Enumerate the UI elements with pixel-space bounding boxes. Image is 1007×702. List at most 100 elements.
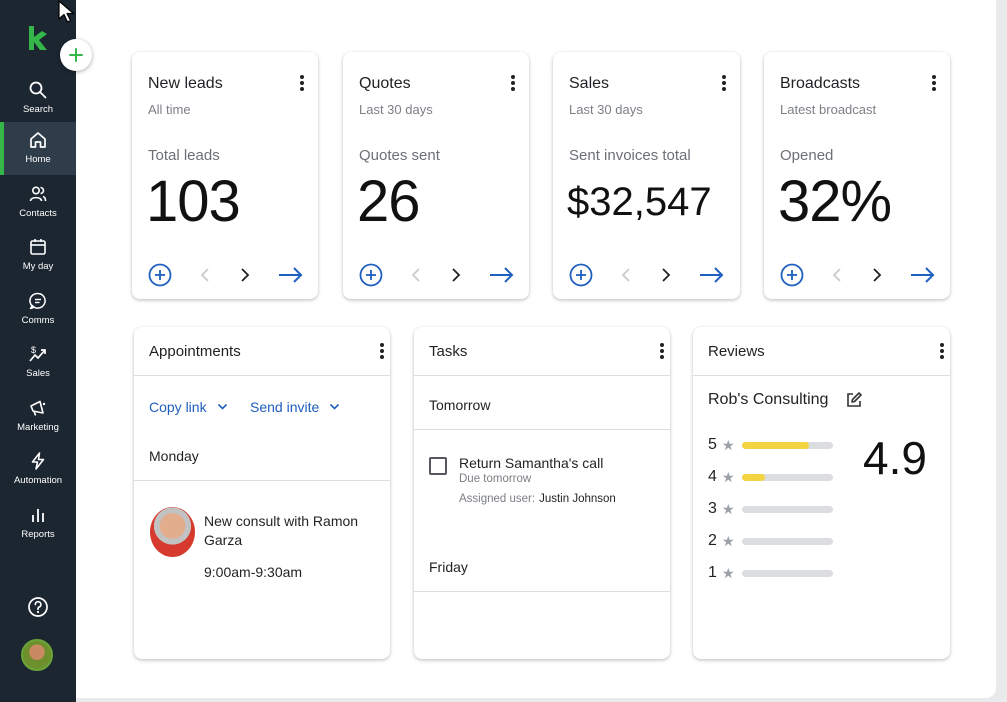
more-menu-icon[interactable]	[374, 342, 390, 360]
chevron-left-icon[interactable]	[832, 262, 842, 288]
more-menu-icon[interactable]	[654, 342, 670, 360]
stat-label: Total leads	[148, 147, 220, 164]
chevron-right-icon[interactable]	[661, 262, 671, 288]
rating-bar-fill	[742, 442, 810, 449]
more-menu-icon[interactable]	[716, 74, 732, 92]
lightning-icon	[31, 452, 45, 470]
task-title[interactable]: Return Samantha's call	[459, 455, 603, 471]
arrow-right-icon[interactable]	[699, 262, 725, 288]
sidebar-item-label: Home	[25, 154, 51, 165]
arrow-right-icon[interactable]	[910, 262, 936, 288]
add-circle-icon[interactable]	[569, 262, 593, 288]
edit-icon[interactable]	[845, 391, 863, 409]
sidebar-item-contacts[interactable]: Contacts	[0, 176, 76, 229]
rating-stars-label: 5	[708, 436, 717, 453]
sidebar: Search Home Contacts My day Comms $ Sale…	[0, 0, 76, 702]
dashboard: New leads All time Total leads 103 Quote…	[76, 0, 996, 698]
sidebar-item-automation[interactable]: Automation	[0, 443, 76, 496]
rating-row: 3 ★	[708, 500, 833, 518]
sales-icon: $	[29, 345, 46, 362]
card-actions	[148, 262, 304, 288]
rating-stars-label: 4	[708, 468, 717, 485]
tasks-card: Tasks Tomorrow Return Samantha's call Du…	[414, 327, 670, 659]
rating-stars-label: 2	[708, 532, 717, 549]
more-menu-icon[interactable]	[934, 342, 950, 360]
rating-bar	[742, 570, 833, 577]
user-avatar[interactable]	[21, 639, 53, 671]
quick-add-button[interactable]	[60, 39, 92, 71]
rating-stars-label: 3	[708, 500, 717, 517]
arrow-right-icon[interactable]	[278, 262, 304, 288]
sidebar-item-my-day[interactable]: My day	[0, 229, 76, 282]
rating-bar	[742, 538, 833, 545]
day-heading: Monday	[149, 448, 199, 464]
sidebar-item-comms[interactable]: Comms	[0, 283, 76, 336]
stat-card-sales: Sales Last 30 days Sent invoices total $…	[553, 52, 740, 299]
rating-bar-fill	[742, 474, 765, 481]
card-title: Reviews	[708, 343, 765, 360]
more-menu-icon[interactable]	[505, 74, 521, 92]
sidebar-item-label: Comms	[21, 315, 55, 326]
stat-label: Quotes sent	[359, 147, 440, 164]
stat-card-broadcasts: Broadcasts Latest broadcast Opened 32%	[764, 52, 950, 299]
arrow-right-icon[interactable]	[489, 262, 515, 288]
chevron-left-icon[interactable]	[621, 262, 631, 288]
rating-bar	[742, 442, 833, 449]
task-checkbox[interactable]	[429, 457, 447, 475]
star-icon: ★	[722, 468, 735, 485]
stat-label: Opened	[780, 147, 834, 164]
send-invite-dropdown[interactable]: Send invite	[250, 399, 340, 415]
sidebar-item-reports[interactable]: Reports	[0, 497, 76, 550]
megaphone-icon	[30, 400, 46, 416]
stat-value: 26	[357, 169, 421, 234]
help-icon[interactable]	[27, 596, 49, 618]
assigned-user-label: Assigned user:	[459, 493, 536, 505]
card-title: Tasks	[429, 343, 468, 360]
stat-value: $32,547	[567, 180, 712, 224]
section-heading: Friday	[429, 559, 468, 575]
stat-label: Sent invoices total	[569, 147, 691, 164]
add-circle-icon[interactable]	[148, 262, 172, 288]
card-title: Quotes	[359, 75, 411, 92]
chevron-right-icon[interactable]	[451, 262, 461, 288]
card-header: Appointments	[134, 327, 390, 376]
card-actions	[569, 262, 725, 288]
divider	[414, 591, 670, 592]
add-circle-icon[interactable]	[359, 262, 383, 288]
rating-stars-label: 1	[708, 564, 717, 581]
star-icon: ★	[722, 564, 735, 581]
send-invite-label: Send invite	[250, 399, 320, 415]
more-menu-icon[interactable]	[926, 74, 942, 92]
keap-logo[interactable]	[27, 25, 49, 51]
more-menu-icon[interactable]	[294, 74, 310, 92]
card-subtitle: All time	[148, 102, 191, 117]
card-title: Appointments	[149, 343, 241, 360]
sidebar-item-search[interactable]: Search	[0, 72, 76, 125]
assigned-user-name: Justin Johnson	[539, 493, 616, 505]
appointments-card: Appointments Copy link Send invite Monda…	[134, 327, 390, 659]
appointment-time: 9:00am-9:30am	[204, 564, 303, 580]
copy-link-dropdown[interactable]: Copy link	[149, 399, 228, 415]
sidebar-item-marketing[interactable]: Marketing	[0, 390, 76, 443]
add-circle-icon[interactable]	[780, 262, 804, 288]
copy-link-label: Copy link	[149, 399, 207, 415]
sidebar-item-label: Reports	[21, 529, 55, 540]
sidebar-item-sales[interactable]: $ Sales	[0, 336, 76, 389]
appointment-title[interactable]: New consult with Ramon Garza	[204, 512, 374, 550]
chevron-left-icon[interactable]	[200, 262, 210, 288]
card-actions	[780, 262, 936, 288]
chevron-left-icon[interactable]	[411, 262, 421, 288]
svg-text:$: $	[31, 345, 36, 355]
contact-avatar[interactable]	[150, 507, 195, 557]
rating-row: 2 ★	[708, 532, 833, 550]
bar-chart-icon	[32, 509, 44, 522]
chevron-right-icon[interactable]	[240, 262, 250, 288]
sidebar-item-home[interactable]: Home	[0, 122, 76, 175]
reviews-card: Reviews Rob's Consulting 5 ★ 4 ★ 3 ★ 2 ★…	[693, 327, 950, 659]
average-rating: 4.9	[863, 432, 927, 484]
divider	[134, 480, 390, 481]
sidebar-item-label: Automation	[13, 475, 63, 486]
sidebar-item-label: Search	[22, 104, 54, 115]
stat-card-new-leads: New leads All time Total leads 103	[132, 52, 318, 299]
chevron-right-icon[interactable]	[872, 262, 882, 288]
